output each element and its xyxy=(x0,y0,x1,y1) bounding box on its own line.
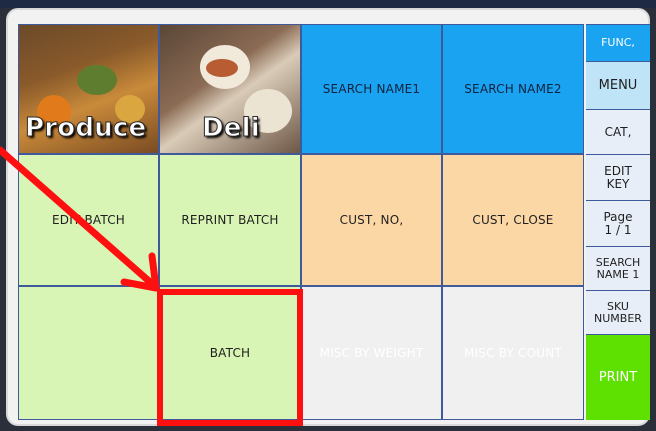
annotation-arrow xyxy=(0,146,160,292)
arrow-shaft xyxy=(0,146,154,286)
